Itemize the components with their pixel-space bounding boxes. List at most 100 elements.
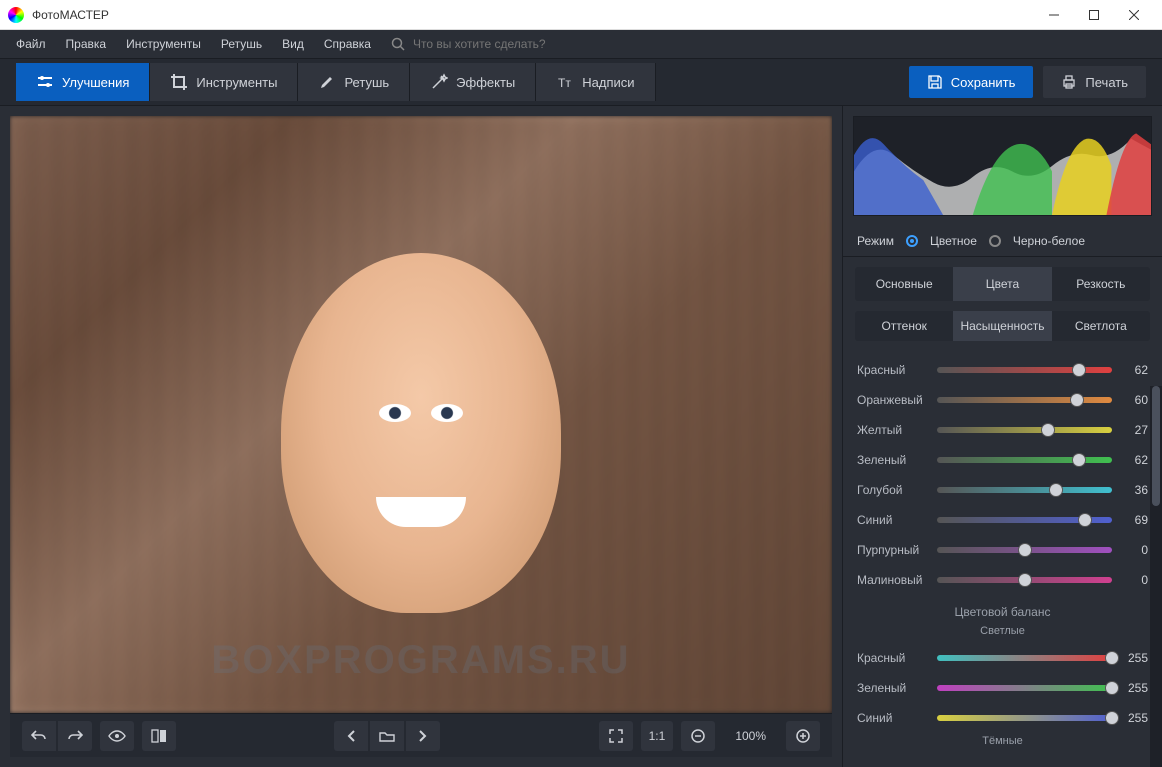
tab-enhancements[interactable]: Улучшения: [16, 63, 150, 101]
mode-label: Режим: [857, 234, 894, 248]
crop-icon: [170, 73, 188, 91]
sub-tab-hue[interactable]: Оттенок: [855, 311, 953, 341]
window-minimize-button[interactable]: [1034, 1, 1074, 29]
next-image-button[interactable]: [406, 721, 440, 751]
balance-subtitle-light: Светлые: [857, 623, 1148, 643]
slider-value: 255: [1120, 681, 1148, 695]
save-button[interactable]: Сохранить: [909, 66, 1034, 98]
slider-label: Малиновый: [857, 573, 929, 587]
brush-icon: [318, 73, 336, 91]
slider-value: 69: [1120, 513, 1148, 527]
panel-tab-sharpness[interactable]: Резкость: [1052, 267, 1150, 301]
slider-track[interactable]: [937, 427, 1112, 433]
menubar: Файл Правка Инструменты Ретушь Вид Справ…: [0, 30, 1162, 58]
zoom-value: 100%: [723, 729, 778, 743]
slider-label: Зеленый: [857, 681, 929, 695]
slider-track[interactable]: [937, 457, 1112, 463]
menu-view[interactable]: Вид: [274, 33, 312, 55]
slider-thumb[interactable]: [1072, 453, 1086, 467]
slider-track[interactable]: [937, 655, 1112, 661]
mode-option-bw[interactable]: Черно-белое: [1013, 234, 1085, 248]
menu-help[interactable]: Справка: [316, 33, 379, 55]
slider-thumb[interactable]: [1018, 543, 1032, 557]
compare-button[interactable]: [142, 721, 176, 751]
slider-thumb[interactable]: [1072, 363, 1086, 377]
tab-label: Инструменты: [196, 75, 277, 90]
visibility-toggle-button[interactable]: [100, 721, 134, 751]
slider-value: 36: [1120, 483, 1148, 497]
window-maximize-button[interactable]: [1074, 1, 1114, 29]
menu-edit[interactable]: Правка: [58, 33, 115, 55]
print-icon: [1061, 74, 1077, 90]
slider-label: Зеленый: [857, 453, 929, 467]
slider-value: 255: [1120, 711, 1148, 725]
prev-image-button[interactable]: [334, 721, 368, 751]
right-panel: Режим Цветное Черно-белое Основные Цвета…: [842, 106, 1162, 767]
slider-value: 0: [1120, 573, 1148, 587]
slider-track[interactable]: [937, 685, 1112, 691]
slider-track[interactable]: [937, 517, 1112, 523]
slider-track[interactable]: [937, 715, 1112, 721]
actual-size-button[interactable]: 1:1: [641, 721, 674, 751]
slider-thumb[interactable]: [1078, 513, 1092, 527]
slider-label: Красный: [857, 363, 929, 377]
slider-thumb[interactable]: [1018, 573, 1032, 587]
tab-text[interactable]: Tᴛ Надписи: [536, 63, 655, 101]
sub-tab-saturation[interactable]: Насыщенность: [953, 311, 1051, 341]
mode-row: Режим Цветное Черно-белое: [843, 226, 1162, 257]
image-canvas[interactable]: BOXPROGRAMS.RU: [10, 116, 832, 713]
redo-button[interactable]: [58, 721, 92, 751]
window-titlebar: ФотоМАСТЕР: [0, 0, 1162, 30]
menu-tools[interactable]: Инструменты: [118, 33, 209, 55]
window-close-button[interactable]: [1114, 1, 1154, 29]
print-button[interactable]: Печать: [1043, 66, 1146, 98]
photo-content: BOXPROGRAMS.RU: [10, 116, 832, 713]
slider-thumb[interactable]: [1105, 651, 1119, 665]
slider-value: 62: [1120, 453, 1148, 467]
search-icon: [391, 37, 405, 51]
zoom-out-button[interactable]: [681, 721, 715, 751]
print-label: Печать: [1085, 75, 1128, 90]
panel-tab-basic[interactable]: Основные: [855, 267, 953, 301]
panel-scrollbar[interactable]: [1150, 386, 1162, 767]
panel-tab-colors[interactable]: Цвета: [953, 267, 1051, 301]
slider-thumb[interactable]: [1041, 423, 1055, 437]
mode-option-color[interactable]: Цветное: [930, 234, 977, 248]
mode-radio-color[interactable]: [906, 235, 918, 247]
tab-label: Улучшения: [62, 75, 129, 90]
slider-label: Пурпурный: [857, 543, 929, 557]
tab-effects[interactable]: Эффекты: [410, 63, 536, 101]
mode-radio-bw[interactable]: [989, 235, 1001, 247]
zoom-in-button[interactable]: [786, 721, 820, 751]
scrollbar-thumb[interactable]: [1152, 386, 1160, 506]
slider-row: Красный62: [857, 355, 1148, 385]
fit-screen-button[interactable]: [599, 721, 633, 751]
sliders-icon: [36, 73, 54, 91]
slider-track[interactable]: [937, 577, 1112, 583]
slider-thumb[interactable]: [1049, 483, 1063, 497]
slider-thumb[interactable]: [1105, 711, 1119, 725]
tab-retouch[interactable]: Ретушь: [298, 63, 410, 101]
slider-value: 0: [1120, 543, 1148, 557]
sub-tab-lightness[interactable]: Светлота: [1052, 311, 1150, 341]
undo-button[interactable]: [22, 721, 56, 751]
slider-row: Оранжевый60: [857, 385, 1148, 415]
slider-track[interactable]: [937, 397, 1112, 403]
text-icon: Tᴛ: [556, 73, 574, 91]
balance-title: Цветовой баланс: [857, 595, 1148, 623]
search-input[interactable]: [413, 37, 613, 51]
app-icon: [8, 7, 24, 23]
tab-tools[interactable]: Инструменты: [150, 63, 298, 101]
menu-file[interactable]: Файл: [8, 33, 54, 55]
slider-track[interactable]: [937, 487, 1112, 493]
slider-thumb[interactable]: [1070, 393, 1084, 407]
slider-track[interactable]: [937, 547, 1112, 553]
slider-track[interactable]: [937, 367, 1112, 373]
slider-thumb[interactable]: [1105, 681, 1119, 695]
slider-row: Зеленый 255: [857, 673, 1148, 703]
sliders-container: Красный62Оранжевый60Желтый27Зеленый62Гол…: [843, 351, 1162, 767]
browse-button[interactable]: [370, 721, 404, 751]
tab-label: Ретушь: [344, 75, 389, 90]
tab-label: Надписи: [582, 75, 634, 90]
menu-retouch[interactable]: Ретушь: [213, 33, 270, 55]
